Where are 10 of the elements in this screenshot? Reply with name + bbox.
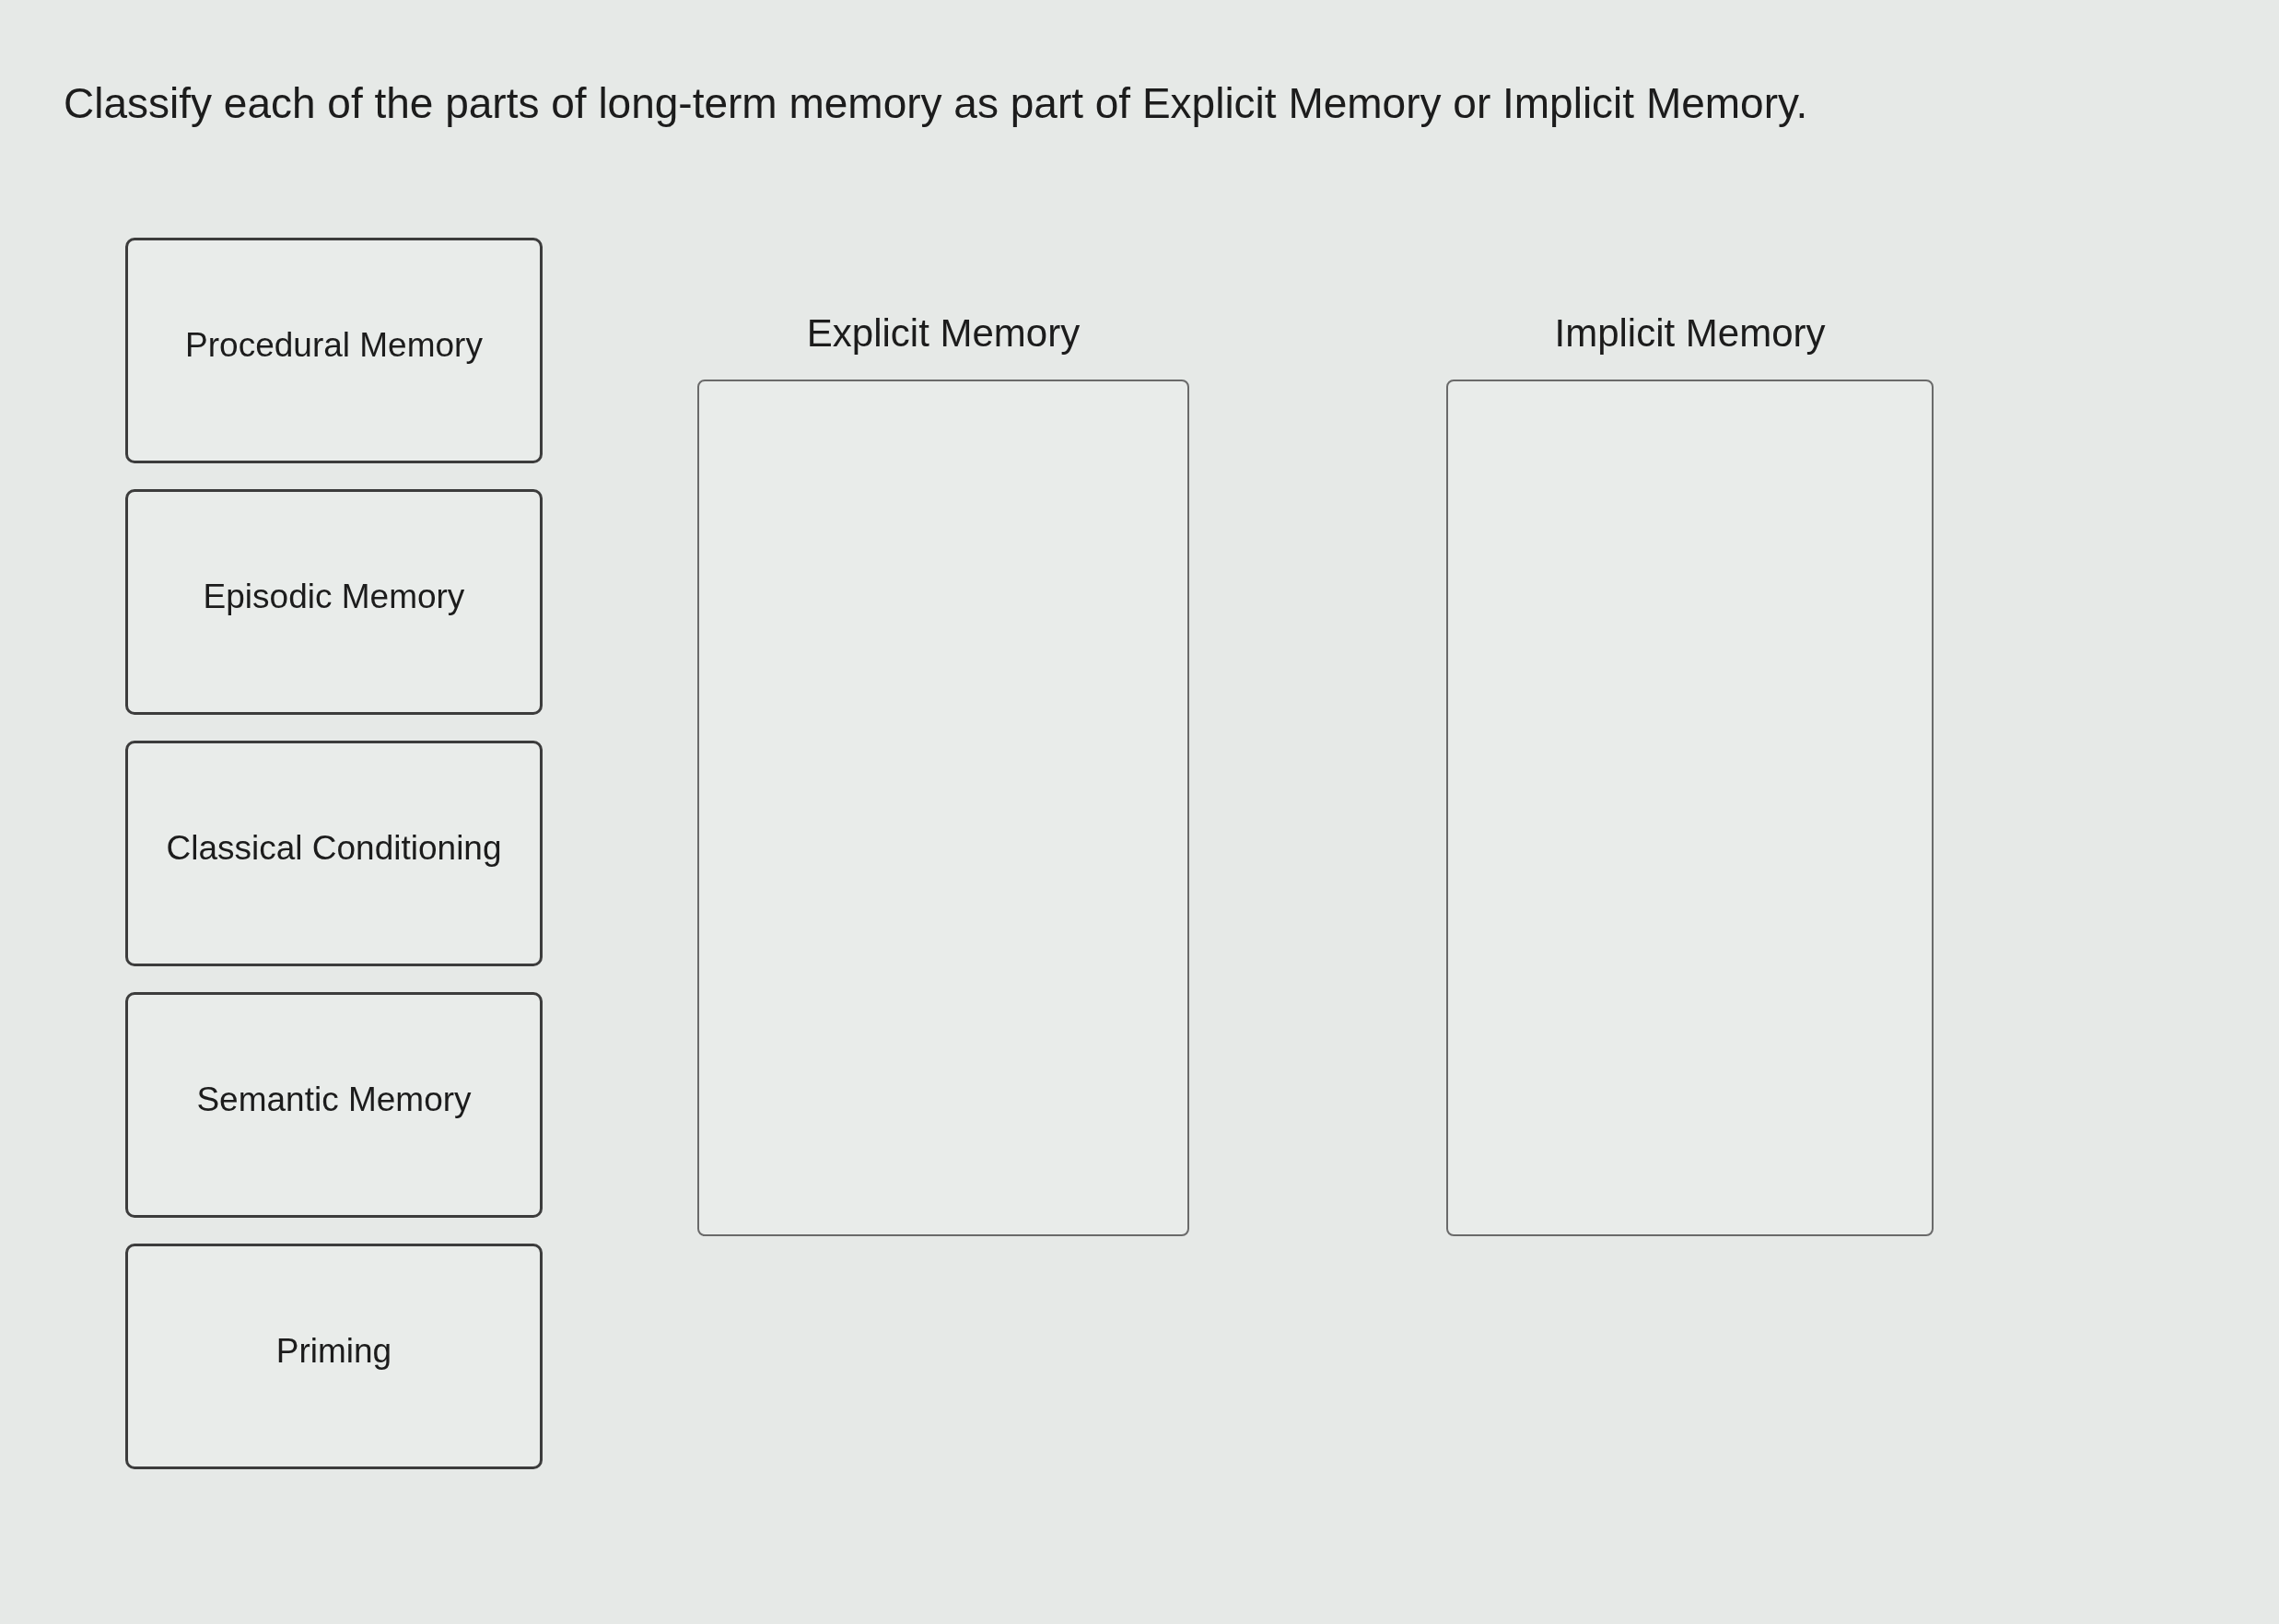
column-heading: Implicit Memory — [1554, 310, 1826, 356]
column-heading: Explicit Memory — [806, 310, 1081, 356]
draggable-card[interactable]: Priming — [125, 1244, 543, 1469]
draggable-card[interactable]: Semantic Memory — [125, 992, 543, 1218]
draggable-card[interactable]: Episodic Memory — [125, 489, 543, 715]
draggable-card[interactable]: Classical Conditioning — [125, 741, 543, 966]
draggable-card[interactable]: Procedural Memory — [125, 238, 543, 463]
drop-zone[interactable] — [697, 380, 1189, 1236]
drop-zone[interactable] — [1446, 380, 1934, 1236]
instruction-text: Classify each of the parts of long-term memory as part of Explicit Memory or Implicit Memory. — [64, 78, 1808, 129]
